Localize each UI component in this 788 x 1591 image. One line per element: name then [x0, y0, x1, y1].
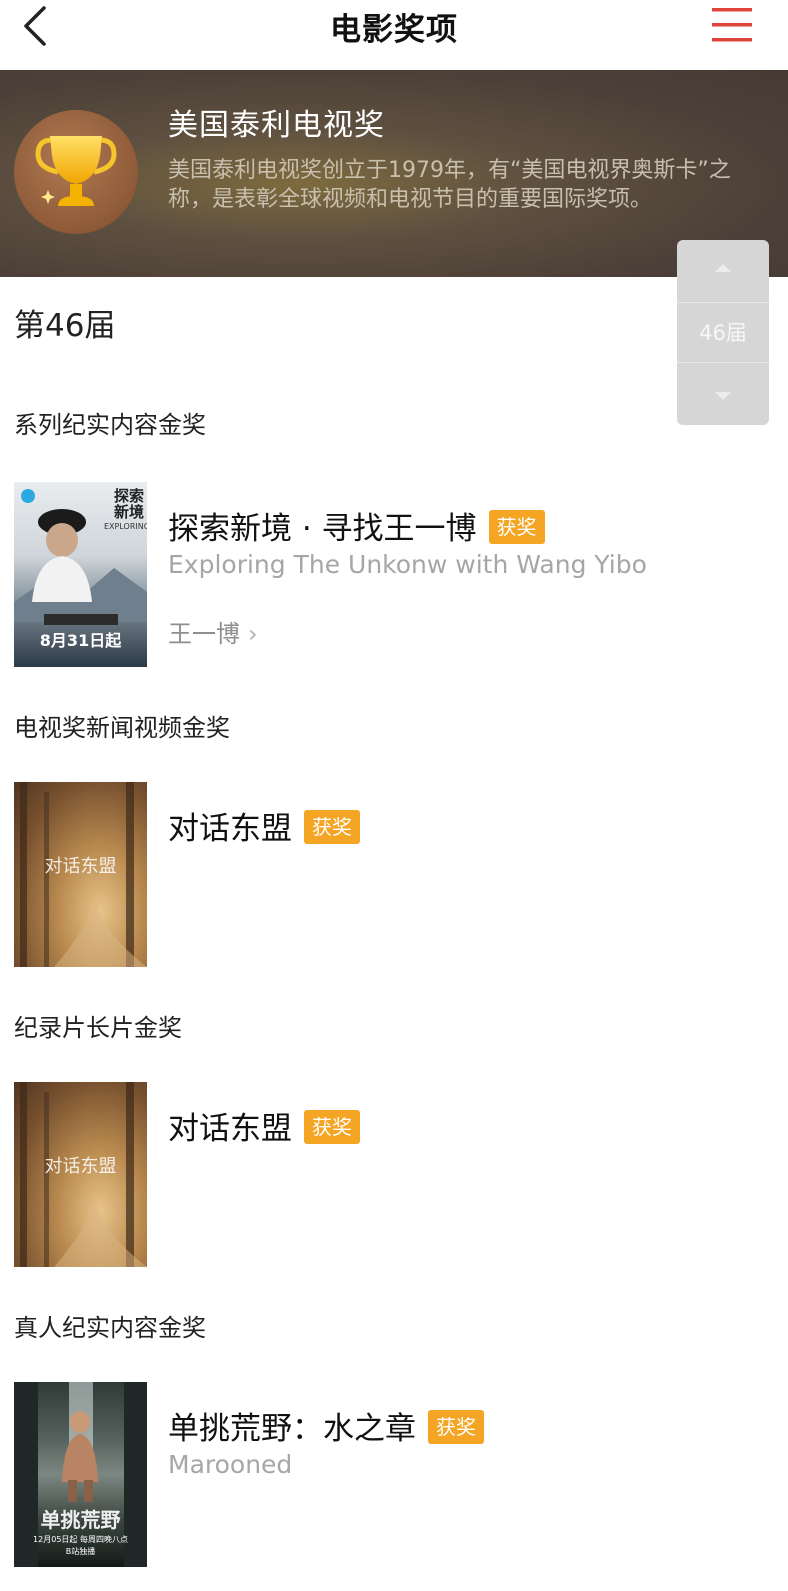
award-description: 美国泰利电视奖创立于1979年，有“美国电视界奥斯卡”之称，是表彰全球视频和电视… — [168, 158, 731, 212]
picker-value[interactable]: 46届 — [677, 302, 769, 363]
category-heading: 系列纪实内容金奖 — [14, 411, 206, 439]
trophy-icon — [35, 136, 117, 206]
award-work-subtitle: Marooned — [168, 1450, 293, 1479]
work-title-text: 单挑荒野：水之章 — [168, 1411, 416, 1447]
edition-picker[interactable]: 46届 — [677, 240, 769, 425]
caret-up-icon — [715, 264, 731, 272]
category-heading: 真人纪实内容金奖 — [14, 1314, 206, 1342]
poster-title: 单挑荒野 — [40, 1508, 121, 1532]
person-name: 王一博 — [168, 620, 240, 648]
poster-note: B站独播 — [65, 1547, 96, 1556]
award-work-title[interactable]: 对话东盟 获奖 — [168, 803, 360, 848]
award-logo — [14, 110, 138, 234]
picker-down-button[interactable] — [677, 364, 769, 425]
winner-badge: 获奖 — [428, 1409, 484, 1444]
winner-badge: 获奖 — [488, 509, 545, 544]
winner-badge: 获奖 — [304, 1109, 360, 1144]
award-work-subtitle: Exploring The Unkonw with Wang Yibo — [168, 550, 647, 579]
page-title: 电影奖项 — [330, 12, 458, 48]
poster-title: 对话东盟 — [44, 856, 117, 877]
poster-image[interactable]: 对话东盟 — [14, 1082, 147, 1267]
poster-image[interactable]: 单挑荒野 12月05日起 每周四晚八点 B站独播 — [14, 1382, 147, 1567]
poster-image[interactable]: 对话东盟 — [14, 782, 147, 967]
award-person-link[interactable]: 王一博 › — [168, 614, 258, 649]
poster-date: 12月05日起 每周四晚八点 — [33, 1535, 128, 1544]
category-heading: 纪录片长片金奖 — [14, 1014, 182, 1042]
work-title-text: 对话东盟 — [168, 1111, 292, 1147]
award-work-title[interactable]: 探索新境 · 寻找王一博 获奖 — [168, 503, 545, 548]
award-name: 美国泰利电视奖 — [168, 108, 385, 143]
award-work-title[interactable]: 对话东盟 获奖 — [168, 1103, 360, 1148]
menu-button[interactable] — [712, 6, 752, 44]
poster-image[interactable]: 探索新境 EXPLORING 8月31日起 — [14, 482, 147, 667]
poster-title: 对话东盟 — [44, 1156, 117, 1177]
caret-down-icon — [715, 392, 731, 400]
edition-heading: 第46届 — [14, 308, 116, 344]
award-work-title[interactable]: 单挑荒野：水之章 获奖 — [168, 1403, 484, 1448]
hamburger-menu-icon — [712, 8, 752, 42]
poster-date: 8月31日起 — [39, 631, 122, 650]
poster-subtitle: EXPLORING — [104, 522, 147, 531]
chevron-right-icon: › — [248, 620, 258, 648]
work-title-text: 探索新境 · 寻找王一博 — [168, 511, 477, 547]
nav-bar: 电影奖项 — [0, 0, 788, 70]
work-title-text: 对话东盟 — [168, 811, 292, 847]
award-header: 美国泰利电视奖 美国泰利电视奖创立于1979年，有“美国电视界奥斯卡”之称，是表… — [0, 70, 788, 277]
picker-up-button[interactable] — [677, 240, 769, 301]
poster-title: 探索新境 — [114, 487, 145, 521]
winner-badge: 获奖 — [304, 809, 360, 844]
category-heading: 电视奖新闻视频金奖 — [14, 714, 230, 742]
